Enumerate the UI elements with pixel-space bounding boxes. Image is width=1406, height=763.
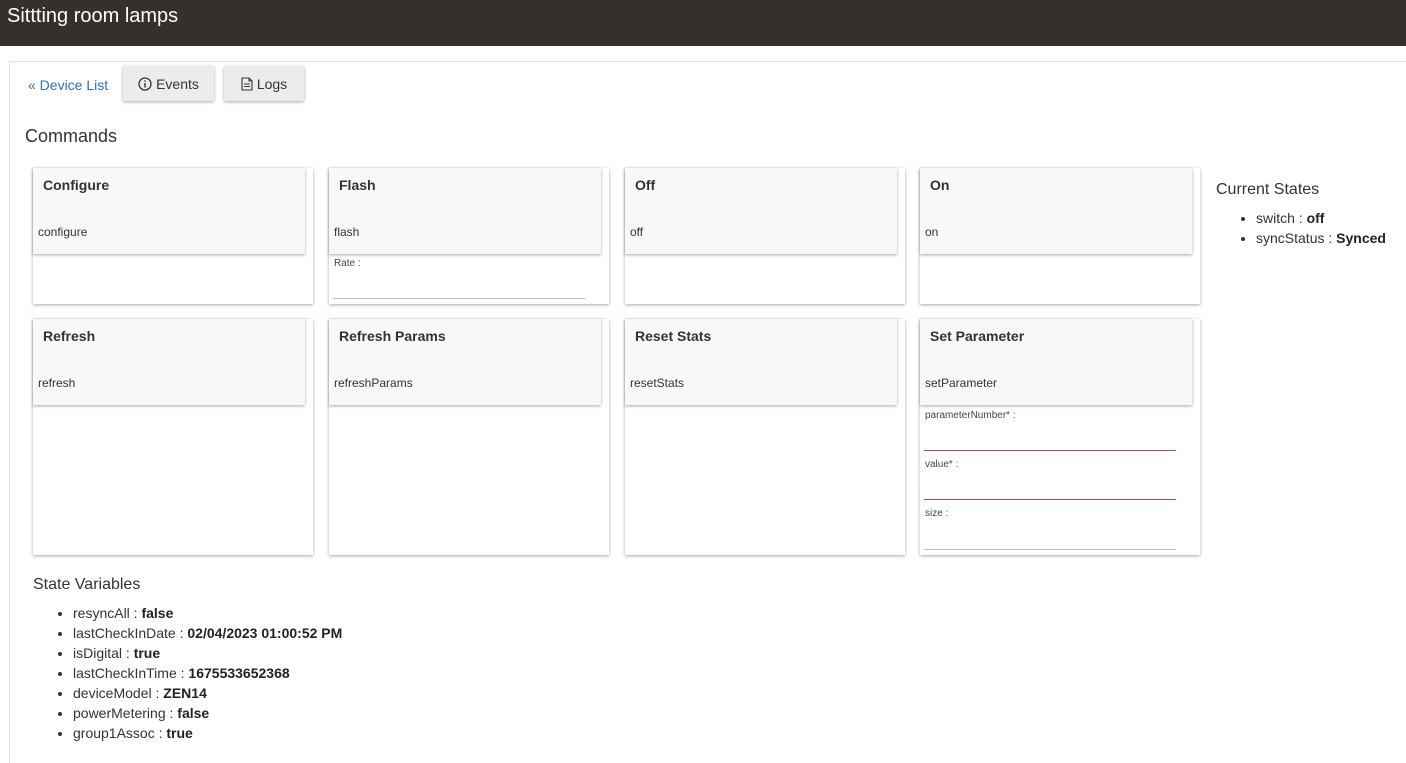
state-item-sync-status: syncStatus : Synced: [1256, 228, 1386, 248]
rate-input[interactable]: [333, 279, 585, 299]
state-variable-item: resyncAll : false: [73, 603, 342, 623]
current-states-list: switch : off syncStatus : Synced: [1216, 208, 1386, 248]
command-title: Reset Stats: [635, 328, 712, 344]
logs-button[interactable]: Logs: [224, 66, 304, 101]
size-label: size :: [925, 508, 949, 519]
command-name: on: [925, 225, 939, 239]
events-button[interactable]: Events: [123, 66, 214, 101]
commands-heading: Commands: [25, 126, 118, 146]
info-circle-icon: [138, 76, 152, 91]
rate-label: Rate :: [334, 258, 361, 269]
flash-command-button[interactable]: Flash flash: [329, 168, 601, 254]
state-variable-item: powerMetering : false: [73, 703, 342, 723]
command-card-refresh: Refresh refresh: [33, 319, 313, 555]
command-name: refreshParams: [334, 376, 413, 390]
command-title: Set Parameter: [930, 328, 1025, 344]
command-title: Refresh: [43, 328, 96, 344]
command-card-off: Off off: [625, 168, 905, 304]
command-name: off: [630, 225, 644, 239]
logs-button-label: Logs: [256, 75, 288, 92]
command-card-refresh-params: Refresh Params refreshParams: [329, 319, 609, 555]
command-name: configure: [38, 225, 88, 239]
set-parameter-command-button[interactable]: Set Parameter setParameter: [920, 319, 1192, 405]
value-input[interactable]: [924, 480, 1176, 500]
size-input[interactable]: [924, 530, 1176, 550]
refresh-params-command-button[interactable]: Refresh Params refreshParams: [329, 319, 601, 405]
command-card-configure: Configure configure: [33, 168, 313, 304]
command-name: setParameter: [925, 376, 998, 390]
off-command-button[interactable]: Off off: [625, 168, 897, 254]
command-name: resetStats: [630, 376, 685, 390]
command-title: Flash: [339, 177, 376, 193]
state-variables-heading: State Variables: [33, 576, 141, 593]
value-label: value* :: [925, 459, 959, 470]
state-variable-item: deviceModel : ZEN14: [73, 683, 342, 703]
reset-stats-command-button[interactable]: Reset Stats resetStats: [625, 319, 897, 405]
events-button-label: Events: [156, 75, 199, 92]
command-card-reset-stats: Reset Stats resetStats: [625, 319, 905, 555]
command-card-on: On on: [920, 168, 1200, 304]
state-item-switch: switch : off: [1256, 208, 1386, 228]
state-variable-item: lastCheckInDate : 02/04/2023 01:00:52 PM: [73, 623, 342, 643]
document-icon: [241, 76, 253, 91]
state-variable-item: group1Assoc : true: [73, 723, 342, 743]
command-title: Configure: [43, 177, 110, 193]
parameter-number-input[interactable]: [924, 431, 1176, 451]
device-list-link[interactable]: « Device List: [28, 77, 108, 93]
command-title: Refresh Params: [339, 328, 446, 344]
on-command-button[interactable]: On on: [920, 168, 1192, 254]
command-name: refresh: [38, 376, 76, 390]
command-title: On: [930, 177, 950, 193]
command-title: Off: [635, 177, 656, 193]
command-card-set-parameter: Set Parameter setParameter parameterNumb…: [920, 319, 1200, 555]
command-card-flash: Flash flash Rate :: [329, 168, 609, 304]
current-states-heading: Current States: [1216, 181, 1320, 198]
state-variables-list: resyncAll : false lastCheckInDate : 02/0…: [33, 603, 342, 743]
command-name: flash: [334, 225, 360, 239]
configure-command-button[interactable]: Configure configure: [33, 168, 305, 254]
top-bar: Sittting room lamps: [0, 0, 1406, 46]
page-title: Sittting room lamps: [7, 5, 179, 27]
refresh-command-button[interactable]: Refresh refresh: [33, 319, 305, 405]
state-variable-item: lastCheckInTime : 1675533652368: [73, 663, 342, 683]
parameter-number-label: parameterNumber* :: [925, 410, 1016, 421]
state-variable-item: isDigital : true: [73, 643, 342, 663]
